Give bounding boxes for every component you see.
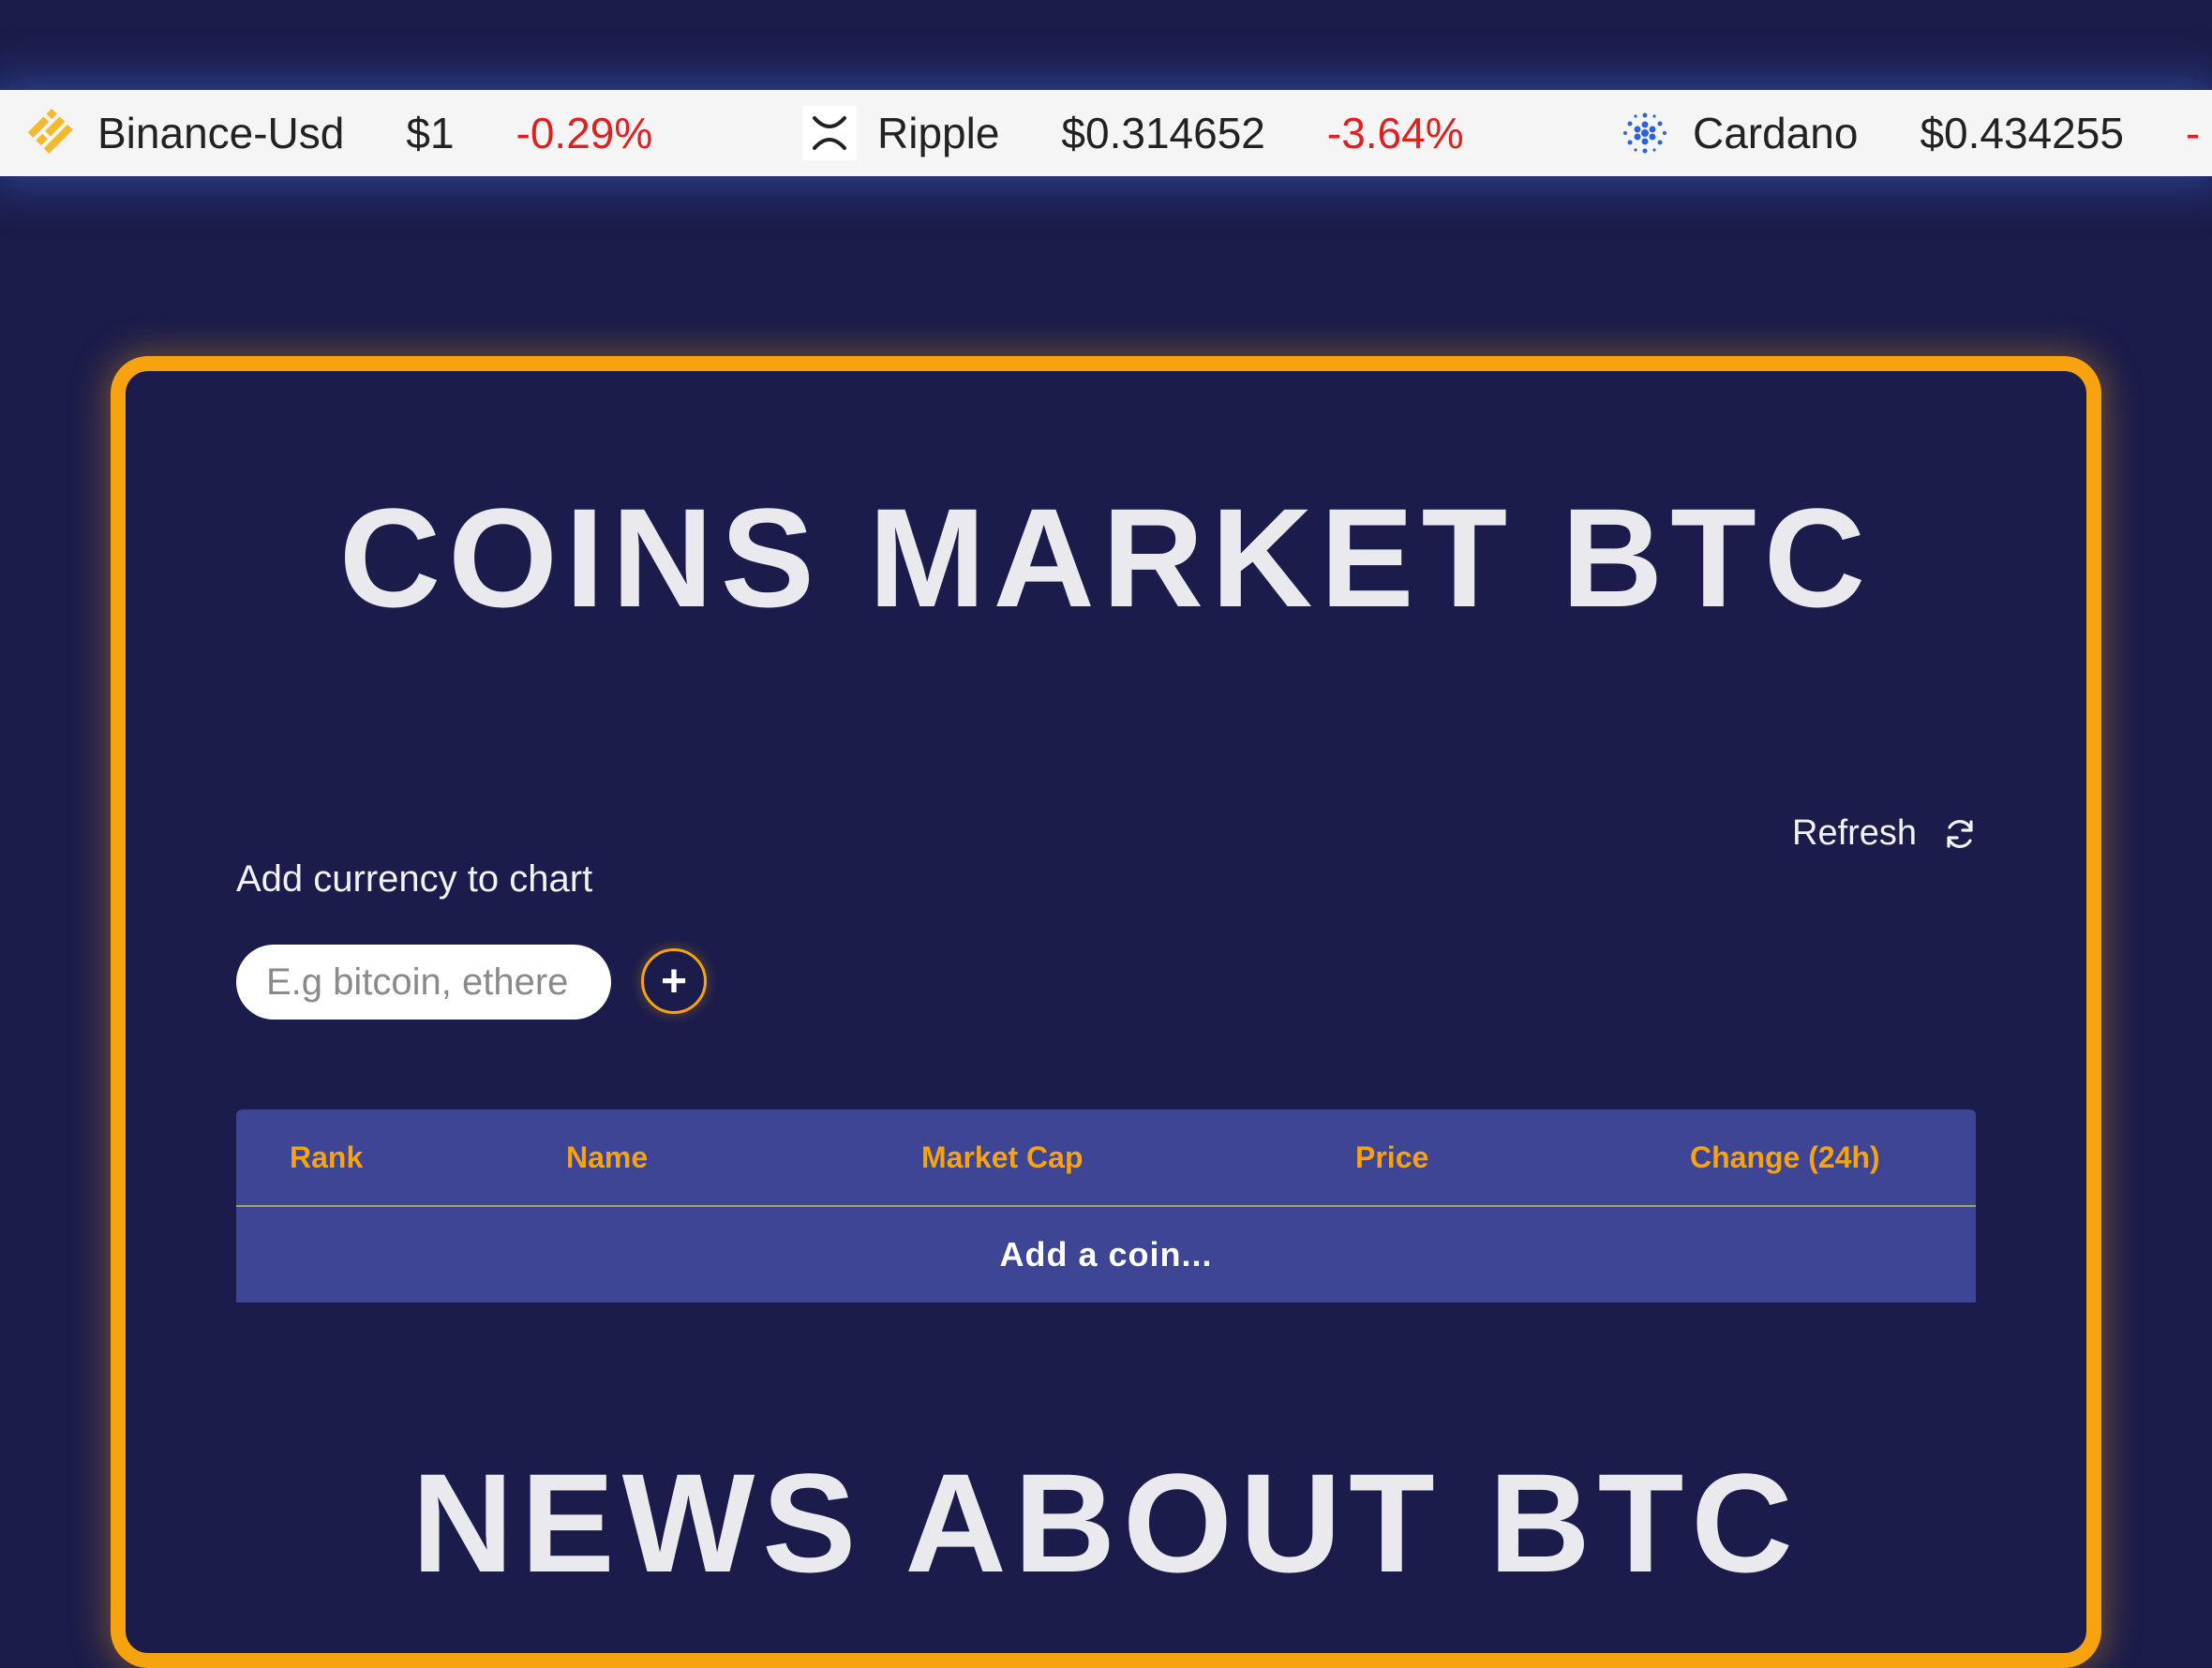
ticker-price: $1 xyxy=(406,109,455,157)
ticker-item-cardano[interactable]: Cardano $0.434255 - xyxy=(1618,90,2200,176)
column-header-name[interactable]: Name xyxy=(566,1110,648,1205)
table-header: Rank Name Market Cap Price Change (24h) xyxy=(236,1110,1976,1207)
ticker-name: Ripple xyxy=(877,109,1000,157)
ticker-change: -0.29% xyxy=(516,109,653,157)
refresh-label: Refresh xyxy=(1792,813,1918,853)
ticker-price: $0.314652 xyxy=(1061,109,1265,157)
add-coin-button[interactable]: + xyxy=(641,948,707,1014)
ticker-change: - xyxy=(2185,109,2201,157)
column-header-rank[interactable]: Rank xyxy=(290,1110,363,1205)
refresh-button[interactable]: Refresh xyxy=(1792,813,1977,854)
ticker-name: Cardano xyxy=(1693,109,1859,157)
price-ticker: Binance-Usd $1 -0.29% Ripple $0.314652 -… xyxy=(0,90,2212,176)
search-input[interactable] xyxy=(236,945,611,1020)
coins-table: Rank Name Market Cap Price Change (24h) … xyxy=(236,1110,1976,1303)
column-header-market-cap[interactable]: Market Cap xyxy=(921,1110,1084,1205)
binance-usd-logo-icon xyxy=(22,106,77,160)
empty-table-row: Add a coin... xyxy=(236,1207,1976,1303)
cardano-logo-icon xyxy=(1618,106,1672,160)
ticker-price: $0.434255 xyxy=(1920,109,2124,157)
ticker-item-ripple[interactable]: Ripple $0.314652 -3.64% xyxy=(802,90,1464,176)
column-header-change[interactable]: Change (24h) xyxy=(1690,1110,1880,1205)
refresh-icon xyxy=(1947,819,1973,848)
page-title: COINS MARKET BTC xyxy=(338,479,1874,636)
ticker-change: -3.64% xyxy=(1326,109,1464,157)
column-header-price[interactable]: Price xyxy=(1355,1110,1428,1205)
ticker-name: Binance-Usd xyxy=(97,109,345,157)
news-title: NEWS ABOUT BTC xyxy=(411,1444,1801,1601)
ripple-x-logo-icon xyxy=(802,106,857,160)
add-currency-label: Add currency to chart xyxy=(236,858,593,900)
ticker-item-binance-usd[interactable]: Binance-Usd $1 -0.29% xyxy=(22,90,652,176)
